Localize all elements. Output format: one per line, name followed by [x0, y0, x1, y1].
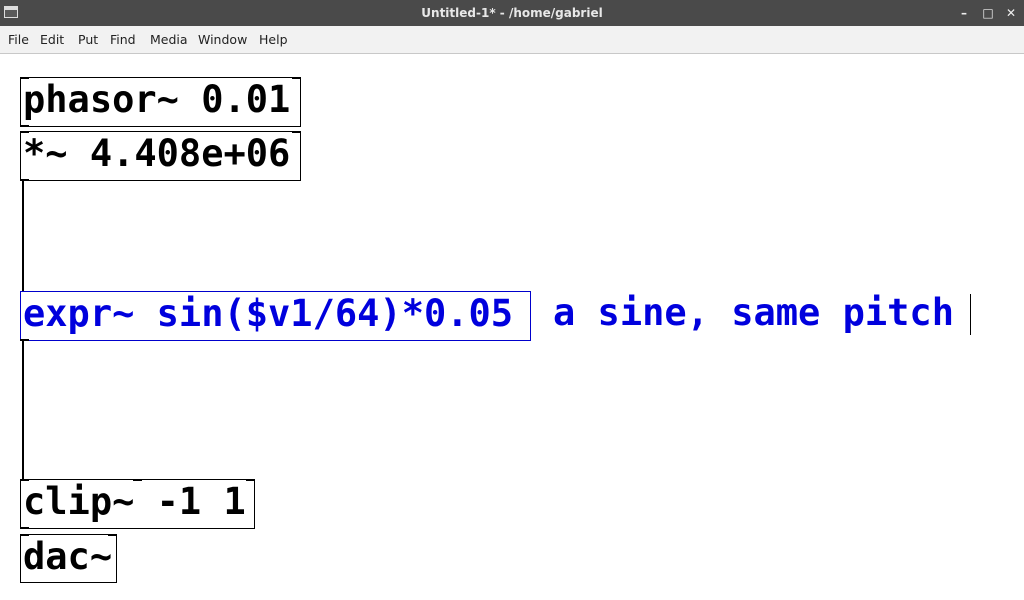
menu-edit[interactable]: Edit — [40, 26, 64, 53]
inlet[interactable] — [20, 77, 29, 79]
pd-object-expr[interactable]: expr~ sin($v1/64)*0.05 — [20, 291, 531, 341]
pd-object-label: dac~ — [23, 535, 113, 578]
pd-object-dac[interactable]: dac~ — [20, 534, 117, 583]
pd-object-label: phasor~ 0.01 — [23, 78, 291, 121]
patch-cord[interactable] — [22, 340, 24, 482]
patch-cord[interactable] — [22, 180, 24, 293]
maximize-button[interactable]: □ — [979, 4, 997, 22]
inlet[interactable] — [246, 479, 255, 481]
menu-help[interactable]: Help — [259, 26, 288, 53]
pd-object-label: expr~ sin($v1/64)*0.05 — [23, 292, 514, 335]
patch-comment[interactable]: a sine, same pitch — [553, 291, 954, 335]
window-title: Untitled-1* - /home/gabriel — [421, 6, 603, 20]
outlet[interactable] — [20, 179, 29, 181]
menu-media[interactable]: Media — [150, 26, 188, 53]
pd-object-multiply[interactable]: *~ 4.408e+06 — [20, 131, 301, 181]
minimize-button[interactable]: – — [955, 4, 973, 22]
menu-bar: File Edit Put Find Media Window Help — [0, 26, 1024, 54]
menu-file[interactable]: File — [8, 26, 29, 53]
patch-canvas[interactable]: phasor~ 0.01 *~ 4.408e+06 expr~ sin($v1/… — [0, 55, 1024, 600]
inlet[interactable] — [292, 131, 301, 133]
inlet[interactable] — [20, 131, 29, 133]
pd-object-phasor[interactable]: phasor~ 0.01 — [20, 77, 301, 127]
text-cursor — [970, 294, 971, 335]
pd-object-label: *~ 4.408e+06 — [23, 132, 291, 175]
inlet[interactable] — [108, 534, 117, 536]
window-titlebar[interactable]: Untitled-1* - /home/gabriel – □ ✕ — [0, 0, 1024, 26]
menu-window[interactable]: Window — [198, 26, 247, 53]
pd-object-label: clip~ -1 1 — [23, 480, 246, 523]
inlet[interactable] — [20, 534, 29, 536]
close-button[interactable]: ✕ — [1002, 4, 1020, 22]
outlet[interactable] — [20, 125, 29, 127]
outlet[interactable] — [20, 339, 29, 341]
outlet[interactable] — [20, 527, 29, 529]
menu-put[interactable]: Put — [78, 26, 98, 53]
inlet[interactable] — [133, 479, 142, 481]
inlet[interactable] — [292, 77, 301, 79]
pd-object-clip[interactable]: clip~ -1 1 — [20, 479, 255, 529]
inlet[interactable] — [20, 479, 29, 481]
menu-find[interactable]: Find — [110, 26, 136, 53]
